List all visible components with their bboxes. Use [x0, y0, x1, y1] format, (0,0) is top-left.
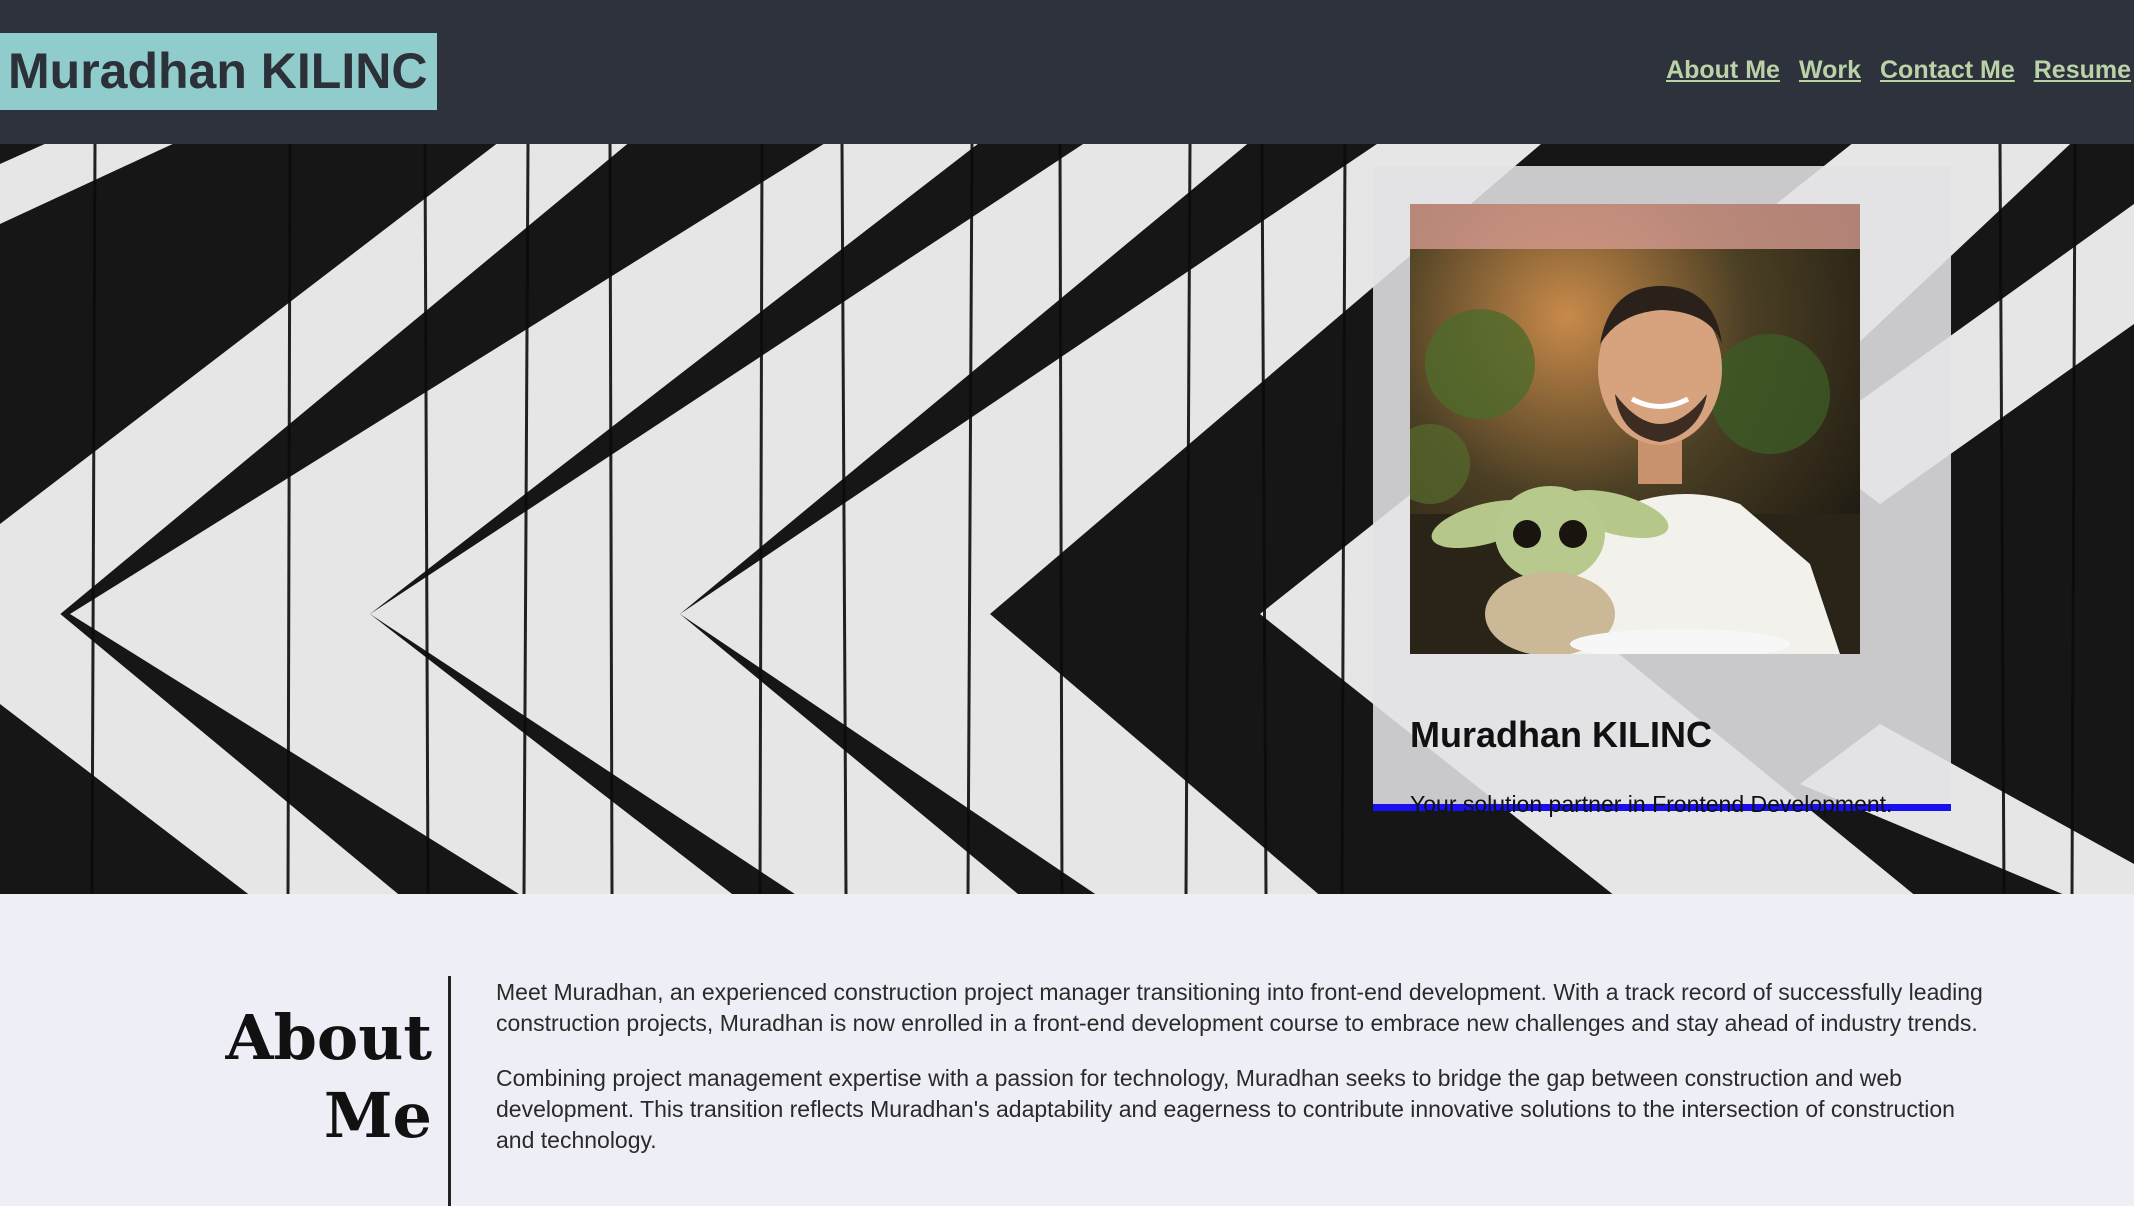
profile-tagline: Your solution partner in Frontend Develo…	[1410, 791, 1893, 817]
about-divider	[448, 976, 451, 1206]
about-body: Meet Muradhan, an experienced constructi…	[496, 977, 1986, 1180]
main-nav: About Me Work Contact Me Resume	[1666, 56, 2131, 85]
nav-link-work[interactable]: Work	[1799, 56, 1861, 85]
about-paragraph-1: Meet Muradhan, an experienced constructi…	[496, 979, 1983, 1036]
nav-link-contact-me[interactable]: Contact Me	[1880, 56, 2015, 85]
hero-section: Muradhan KILINC Your solution partner in…	[0, 144, 2134, 894]
about-section: About Me Meet Muradhan, an experienced c…	[0, 894, 2134, 1206]
profile-photo	[1410, 204, 1860, 654]
nav-link-about-me[interactable]: About Me	[1666, 56, 1780, 85]
profile-name: Muradhan KILINC	[1410, 714, 1712, 755]
nav-link-resume[interactable]: Resume	[2034, 56, 2131, 85]
about-heading: About Me	[225, 1001, 432, 1152]
site-logo[interactable]: Muradhan KILINC	[0, 33, 438, 110]
about-paragraph-2: Combining project management expertise w…	[496, 1065, 1955, 1153]
profile-card: Muradhan KILINC Your solution partner in…	[1373, 166, 1951, 817]
site-header: Muradhan KILINC About Me Work Contact Me…	[0, 0, 2134, 144]
